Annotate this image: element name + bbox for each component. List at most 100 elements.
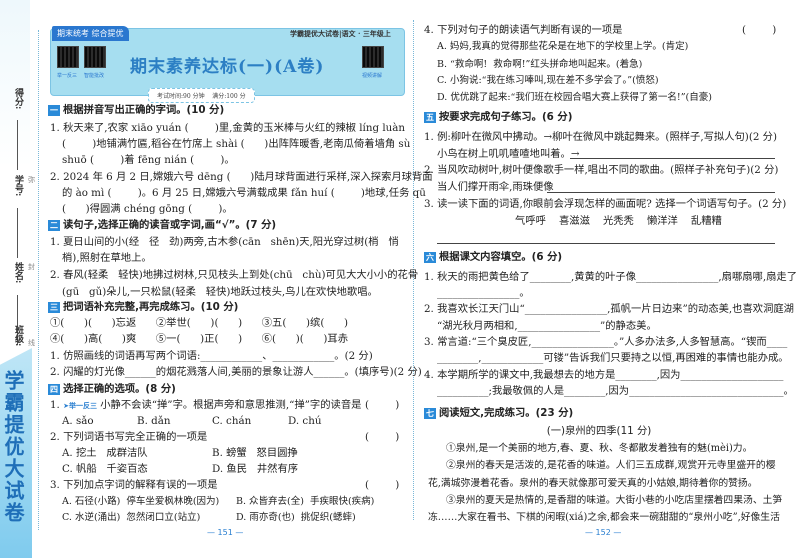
section-title: 按要求完成句子练习。(6 分) bbox=[439, 111, 573, 123]
question-line: 3. 读一读下面的词语,你眼前会浮现怎样的画面呢? 选择一个词语写句子。(2 分… bbox=[424, 198, 787, 210]
section-title: 根据课文内容填空。(6 分) bbox=[439, 251, 563, 263]
qr-label: 视频讲解 bbox=[362, 73, 383, 79]
section-heading: 五按要求完成句子练习。(6 分) bbox=[424, 110, 572, 124]
question-line: __________;我最敬佩的人是________,因为___________… bbox=[437, 385, 794, 397]
exam-score: 满分:100 分 bbox=[212, 93, 246, 100]
section-number: 一 bbox=[48, 105, 60, 116]
option: B. “救命啊! 救命啊!”红头拼命地叫起来。(着急) bbox=[437, 59, 643, 70]
answer-paren[interactable]: ( ) bbox=[365, 430, 399, 444]
section-heading: 四选择正确的选项。(8 分) bbox=[48, 382, 176, 396]
question-line: 2. 我喜欢长江天门山“________________,孤帆一片日边来”的动态… bbox=[424, 303, 794, 315]
question-line: 3. 下列加点字词的解释有误的一项是 bbox=[50, 479, 218, 491]
question-line: 1. 夏日山间的小(经 径 劲)两旁,古木参(cān shēn)天,阳光穿过树(… bbox=[50, 236, 399, 248]
option: D. 优优跳了起来:“我们班在校园合唱大赛上获得了第一名!”(自豪) bbox=[437, 92, 712, 103]
section-title: 把词语补充完整,再完成练习。(10 分) bbox=[63, 301, 239, 313]
score-label: 得分: bbox=[13, 88, 23, 110]
question-line: (gū gǔ)朵儿,一只松鼠(轻柔 轻快)地跃过枝头,鸟儿在欢快地歌唱。 bbox=[62, 286, 378, 298]
question-line: 2. 当风吹动树叶,树叶便像歌手一样,唱出不同的歌曲。(照样子补充句子)(2 分… bbox=[424, 164, 779, 176]
answer-paren[interactable]: ( ) bbox=[365, 478, 399, 492]
question-line: 的 ào mì ( )。6 月 25 日,嫦娥六号满载成果 fǎn huí ( … bbox=[62, 187, 426, 199]
question-line: 1. ➤举一反三 小静不会读“掸”字。根据声旁和意思推测,“掸”字的读音是 bbox=[50, 399, 362, 411]
question-line: 4. 本学期所学的课文中,我最想去的地方是________,因为________… bbox=[424, 369, 784, 381]
answer-line[interactable] bbox=[547, 192, 775, 193]
section-number: 三 bbox=[48, 302, 60, 313]
passage-line: ①泉州,是一个美丽的地方,春、夏、秋、冬都散发着独有的魅(mèi)力。 bbox=[446, 443, 753, 454]
section-heading: 三把词语补充完整,再完成练习。(10 分) bbox=[48, 300, 238, 314]
answer-line[interactable] bbox=[437, 243, 775, 244]
brand-logo: 学霸提优大试卷 bbox=[1, 370, 25, 524]
question-line: ( )地铺满竹匾,稻谷在竹席上 shài ( )出阵阵暖香,老南瓜倚着墙角 sù bbox=[62, 138, 411, 150]
question-line: ①( )( )忘返 ②举世( )( ) ③五( )缤( ) bbox=[50, 317, 348, 329]
option: C. chán bbox=[212, 415, 252, 427]
score-line[interactable] bbox=[17, 120, 18, 170]
option: A. 挖土 成群洁队 bbox=[62, 447, 148, 459]
series-title: 学霸提优大试卷|语文 · 三年级上 bbox=[290, 29, 391, 38]
qr-code-icon[interactable] bbox=[362, 46, 384, 68]
qr-code-icon[interactable] bbox=[57, 46, 79, 68]
question-line: 小鸟在树上叽叽喳喳地叫着。→ bbox=[437, 148, 580, 160]
question-line: 梢),照射在草地上。 bbox=[62, 252, 152, 264]
question-line: shuō ( )着 fēng nián ( )。 bbox=[62, 154, 235, 166]
question-line: 1. 例:柳叶在微风中拂动。→柳叶在微风中跳起舞来。(照样子,写拟人句)(2 分… bbox=[424, 131, 777, 143]
question-line: 1. 仿照画线的词语再写两个词语:____________、__________… bbox=[50, 350, 373, 362]
option: C. 水逆(涌出) 忽然闭口立(站立) bbox=[62, 512, 201, 523]
qr-label: 智能批改 bbox=[84, 73, 105, 79]
section-title: 根据拼音写出正确的字词。(10 分) bbox=[63, 104, 225, 116]
qr-code-icon[interactable] bbox=[84, 46, 106, 68]
section-number: 五 bbox=[424, 112, 436, 123]
passage-line: 冻……大家在看书、下棋的闲暇(xiá)之余,都会来一碗甜甜的“泉州小吃”,好像生… bbox=[428, 512, 780, 523]
question-line: 3. 常言道:“三个臭皮匠,________________。”人多办法多,人多… bbox=[424, 336, 788, 348]
question-line: 1. 秋天的雨把黄色给了________,黄黄的叶子像_____________… bbox=[424, 271, 798, 283]
seal-mark: 封 bbox=[28, 263, 35, 271]
passage-title: (一)泉州的四季(11 分) bbox=[546, 425, 652, 437]
question-line: “湖光秋月两相和,________________”的静态美。 bbox=[437, 320, 657, 332]
page-number: — 151 — bbox=[207, 528, 244, 537]
name-label: 姓名: bbox=[13, 262, 23, 284]
student-no-line[interactable] bbox=[17, 208, 18, 258]
section-title: 读句子,选择正确的读音或字词,画“√”。(7 分) bbox=[63, 219, 277, 231]
option: C. 小狗说:“我在练习唪叫,现在差不多学会了。”(愤怒) bbox=[437, 75, 659, 86]
question-line: 2. 春风(轻柔 轻快)地拂过树林,只见枝头上到处(chū chù)可见大大小小… bbox=[50, 269, 419, 281]
student-no-label: 学号: bbox=[13, 175, 23, 197]
question-line: 当人们撑开雨伞,雨珠便像 bbox=[437, 181, 554, 193]
exam-info: 考试时间:90 分钟 满分:100 分 bbox=[148, 88, 255, 103]
section-heading: 一根据拼音写出正确的字词。(10 分) bbox=[48, 103, 224, 117]
answer-line[interactable] bbox=[570, 158, 775, 159]
question-line: ( )得圆满 chéng gōng ( )。 bbox=[62, 203, 233, 215]
option: A. 妈妈,我真的觉得那些花朵是在地下的学校里上学。(肯定) bbox=[437, 41, 689, 52]
option: D. 雨亦奇(也) 挑促织(蟋蟀) bbox=[236, 512, 356, 523]
section-number: 四 bbox=[48, 384, 60, 395]
question-line: 2. 下列词语书写完全正确的一项是 bbox=[50, 431, 208, 443]
option: D. 鱼民 井然有序 bbox=[212, 463, 299, 475]
section-number: 二 bbox=[48, 220, 60, 231]
option: A. 石径(小路) 停车坐爱枫林晚(因为) bbox=[62, 496, 220, 507]
question-line: 2. 2024 年 6 月 2 日,嫦娥六号 dēng ( )陆月球背面进行采样… bbox=[50, 171, 433, 183]
option: B. 螃蟹 怒目圆挣 bbox=[212, 447, 298, 459]
exam-title: 期末素养达标(一)(A卷) bbox=[130, 57, 325, 77]
question-text: 小静不会读“掸”字。根据声旁和意思推测,“掸”字的读音是 bbox=[96, 399, 362, 411]
section-number: 六 bbox=[424, 252, 436, 263]
seal-mark: 弥 bbox=[28, 176, 35, 184]
class-label: 班级: bbox=[13, 325, 23, 347]
passage-line: ②泉州的春天是活泼的,是花香的味道。人们三五成群,观赏开元寺里盛开的樱 bbox=[446, 460, 776, 471]
option: B. dǎn bbox=[137, 415, 171, 427]
passage-line: 花,满城弥漫着花香。泉州的春天就像那可爱天真的小姑娘,期待着你的赞扬。 bbox=[428, 478, 758, 489]
option: C. 帆船 千姿百态 bbox=[62, 463, 148, 475]
question-line: 4. 下列对句子的朗读语气判断有误的一项是 bbox=[424, 24, 623, 36]
question-line: ________________。 bbox=[437, 287, 530, 299]
option: A. sǎo bbox=[62, 415, 94, 427]
answer-paren[interactable]: ( ) bbox=[742, 23, 776, 37]
seal-mark: 线 bbox=[28, 339, 35, 347]
section-title: 阅读短文,完成练习。(23 分) bbox=[439, 407, 574, 419]
passage-line: ③泉州的夏天是热情的,是香甜的味道。大街小巷的小吃店里摆着四果汤、土笋 bbox=[446, 495, 783, 506]
answer-paren[interactable]: ( ) bbox=[365, 398, 399, 412]
option: B. 众皆弃去(全) 手疾眼快(疾病) bbox=[236, 496, 375, 507]
exam-time: 考试时间:90 分钟 bbox=[157, 93, 205, 100]
section-title: 选择正确的选项。(8 分) bbox=[63, 383, 176, 395]
section-heading: 二读句子,选择正确的读音或字词,画“√”。(7 分) bbox=[48, 218, 276, 232]
qr-label: 举一反三 bbox=[57, 73, 78, 79]
page-divider bbox=[38, 30, 39, 530]
question-line: ④( )高( )爽 ⑤一( )正( ) ⑥( )( )耳赤 bbox=[50, 333, 348, 345]
question-line: ________,____________可镂”告诉我们只要持之以恒,再困难的事… bbox=[437, 352, 789, 364]
exam-tag: 期末统考 综合提优 bbox=[52, 26, 129, 41]
